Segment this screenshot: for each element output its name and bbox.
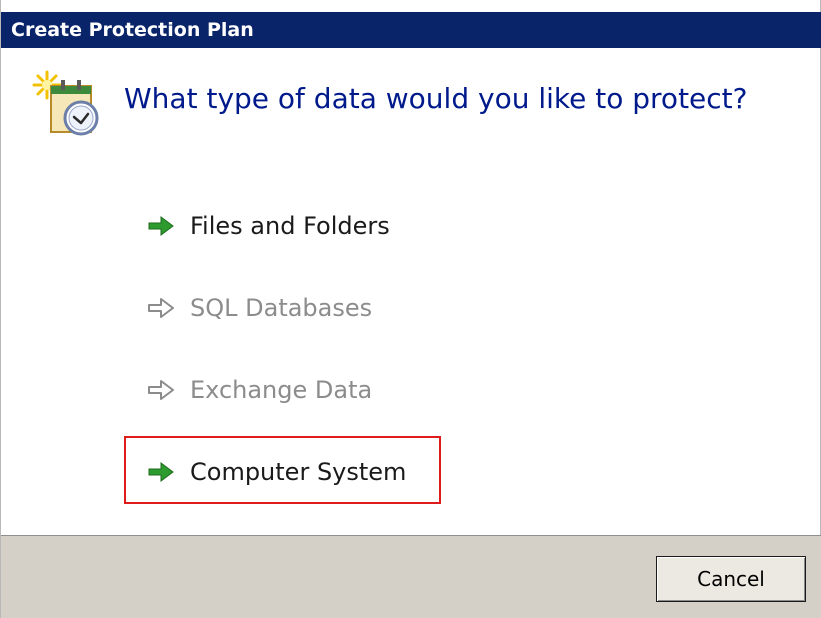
option-computer-system[interactable]: Computer System — [146, 452, 406, 492]
option-sql-databases: SQL Databases — [146, 288, 372, 328]
option-label: Computer System — [190, 458, 407, 486]
green-arrow-icon — [146, 214, 176, 238]
green-arrow-icon — [146, 460, 176, 484]
option-files-and-folders[interactable]: Files and Folders — [146, 206, 390, 246]
create-protection-plan-dialog: Create Protection Plan What type of data… — [0, 0, 821, 618]
option-label: Files and Folders — [190, 212, 390, 240]
gray-arrow-icon — [146, 378, 176, 402]
dialog-title: Create Protection Plan — [11, 19, 254, 41]
protection-plan-icon — [31, 68, 109, 140]
gray-arrow-icon — [146, 296, 176, 320]
option-label: Exchange Data — [190, 376, 373, 404]
option-exchange-data: Exchange Data — [146, 370, 372, 410]
cancel-button[interactable]: Cancel — [656, 556, 806, 602]
dialog-title-bar: Create Protection Plan — [1, 12, 821, 48]
option-label: SQL Databases — [190, 294, 373, 322]
dialog-question: What type of data would you like to prot… — [124, 82, 748, 115]
